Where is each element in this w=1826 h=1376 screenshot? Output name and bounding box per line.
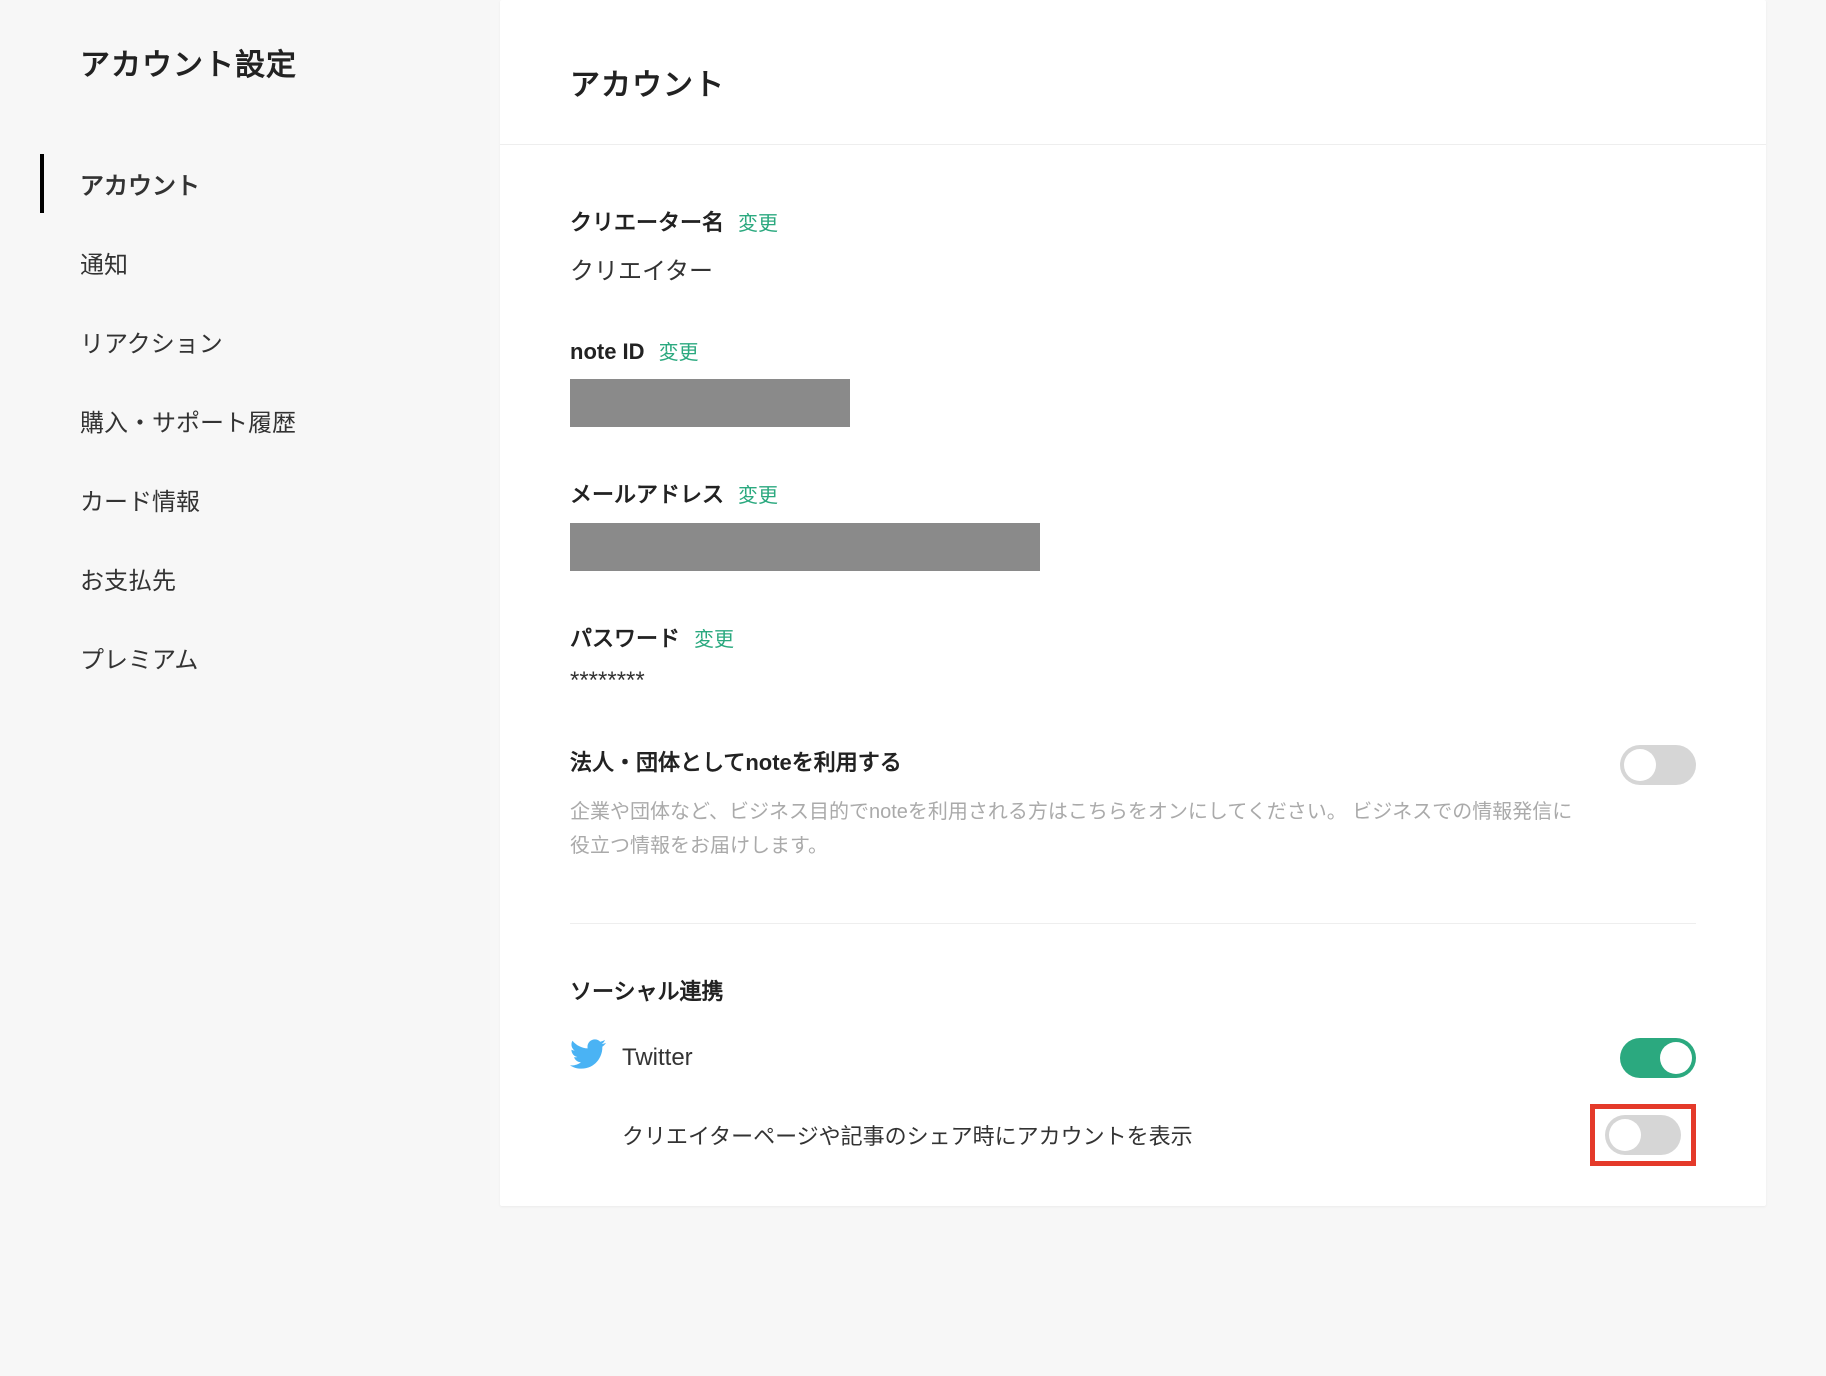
twitter-show-account-row: クリエイターページや記事のシェア時にアカウントを表示 [570,1104,1696,1166]
sidebar-item-label: プレミアム [80,647,198,674]
sidebar-item-label: 購入・サポート履歴 [80,410,296,437]
sidebar-nav: アカウント 通知 リアクション 購入・サポート履歴 カード情報 お支払先 プレミ… [80,144,460,697]
sidebar-item-label: アカウント [80,173,200,200]
sidebar-item-reactions[interactable]: リアクション [80,302,460,381]
sidebar-item-card-info[interactable]: カード情報 [80,460,460,539]
change-note-id-link[interactable]: 変更 [659,336,699,365]
highlight-box [1590,1104,1696,1166]
change-password-link[interactable]: 変更 [694,623,734,652]
password-label: パスワード [570,621,680,653]
main-content: アカウント クリエーター名 変更 クリエイター note ID 変更 [500,0,1826,1376]
creator-name-label: クリエーター名 [570,205,724,237]
field-password: パスワード 変更 ******** [570,621,1696,695]
note-id-value-redacted [570,379,850,427]
field-email: メールアドレス 変更 [570,477,1696,571]
sidebar-item-label: お支払先 [80,568,176,595]
page-title: アカウント [570,60,1696,104]
account-card: アカウント クリエーター名 変更 クリエイター note ID 変更 [500,0,1766,1206]
sidebar: アカウント設定 アカウント 通知 リアクション 購入・サポート履歴 カード情報 … [0,0,500,1376]
field-creator-name: クリエーター名 変更 クリエイター [570,205,1696,286]
change-creator-name-link[interactable]: 変更 [738,207,778,236]
sidebar-item-purchase-history[interactable]: 購入・サポート履歴 [80,381,460,460]
sidebar-item-premium[interactable]: プレミアム [80,618,460,697]
sidebar-item-label: 通知 [80,252,128,279]
twitter-show-account-label: クリエイターページや記事のシェア時にアカウントを表示 [622,1119,1193,1151]
corporate-toggle[interactable] [1620,745,1696,785]
toggle-knob [1609,1119,1641,1151]
note-id-label: note ID [570,339,645,365]
creator-name-value: クリエイター [570,251,1696,286]
card-body: クリエーター名 変更 クリエイター note ID 変更 メールアドレス [500,145,1766,1206]
change-email-link[interactable]: 変更 [738,479,778,508]
field-note-id: note ID 変更 [570,336,1696,427]
field-corporate: 法人・団体としてnoteを利用する 企業や団体など、ビジネス目的でnoteを利用… [570,745,1696,863]
divider [570,923,1696,924]
social-heading: ソーシャル連携 [570,974,1696,1006]
twitter-icon [570,1036,606,1079]
card-header: アカウント [500,0,1766,145]
sidebar-title: アカウント設定 [80,40,460,84]
toggle-knob [1660,1042,1692,1074]
toggle-knob [1624,749,1656,781]
twitter-show-account-toggle[interactable] [1605,1115,1681,1155]
email-value-redacted [570,523,1040,571]
email-label: メールアドレス [570,477,724,509]
twitter-label: Twitter [622,1044,693,1072]
sidebar-item-account[interactable]: アカウント [80,144,460,223]
sidebar-item-label: リアクション [80,331,223,358]
corporate-desc: 企業や団体など、ビジネス目的でnoteを利用される方はこちらをオンにしてください… [570,795,1590,863]
sidebar-item-payment[interactable]: お支払先 [80,539,460,618]
sidebar-item-label: カード情報 [80,489,200,516]
social-twitter-row: Twitter [570,1036,1696,1079]
corporate-heading: 法人・団体としてnoteを利用する [570,745,1590,777]
sidebar-item-notifications[interactable]: 通知 [80,223,460,302]
twitter-toggle[interactable] [1620,1038,1696,1078]
password-value: ******** [570,667,1696,695]
